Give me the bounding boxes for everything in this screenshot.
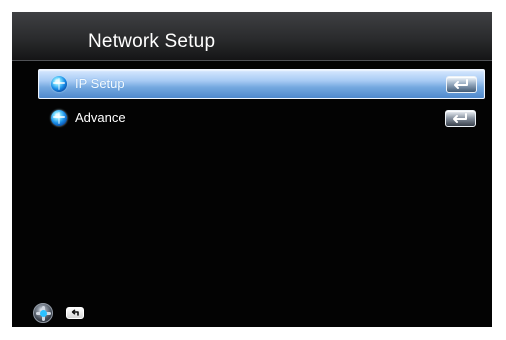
remote-center-button-icon [40, 310, 47, 317]
remote-navigation-icon [33, 303, 53, 323]
menu-item-label: Advance [75, 110, 126, 125]
menu-item-ip-setup[interactable]: IP Setup [38, 69, 485, 99]
enter-icon[interactable] [445, 110, 476, 127]
menu-item-advance[interactable]: Advance [39, 105, 482, 131]
network-globe-icon [51, 76, 67, 92]
enter-icon[interactable] [446, 76, 477, 93]
back-icon[interactable] [66, 307, 84, 319]
network-setup-screen: Network Setup IP Setup Advance [12, 12, 492, 327]
network-globe-icon [51, 110, 67, 126]
header-bar: Network Setup [12, 12, 492, 61]
page-title: Network Setup [88, 31, 216, 52]
menu-item-label: IP Setup [75, 76, 125, 91]
